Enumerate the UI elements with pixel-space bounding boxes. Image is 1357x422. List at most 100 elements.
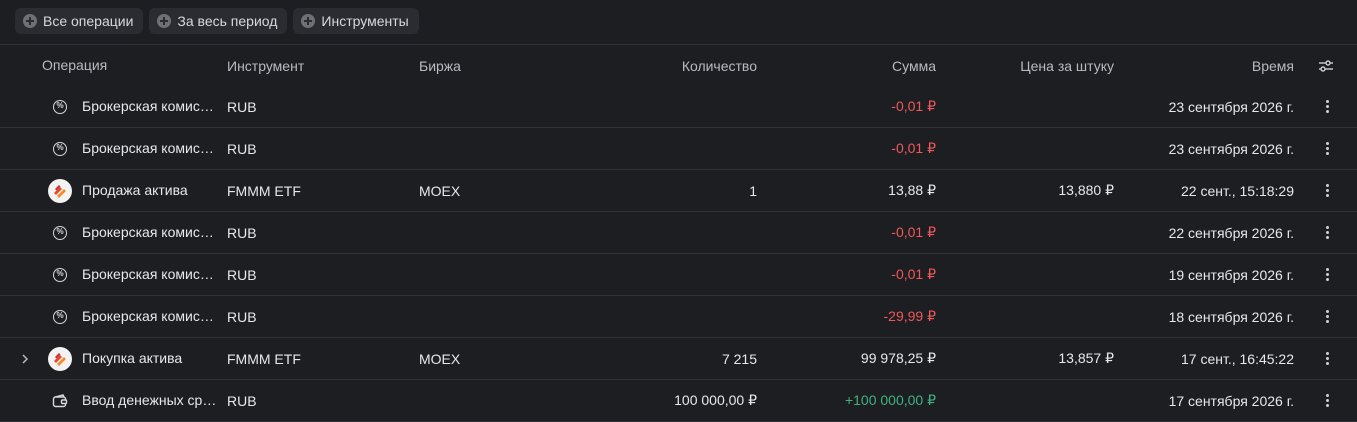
percent-icon: % <box>53 225 67 240</box>
column-header-price[interactable]: Цена за штуку <box>1020 45 1114 86</box>
operation-icon <box>47 170 73 211</box>
percent-icon: % <box>53 267 67 282</box>
more-vertical-icon <box>1325 394 1329 407</box>
exchange: MOEX <box>419 182 461 199</box>
instrument: RUB <box>227 392 257 409</box>
table-row[interactable]: Продажа актива FMMM ETF MOEX 1 13,88 ₽ 13,880… <box>0 170 1357 212</box>
filter-bar: Все операции За весь период Инструменты <box>15 8 419 34</box>
operation-name: Покупка актива <box>82 350 183 366</box>
more-vertical-icon <box>1325 310 1329 323</box>
instrument: RUB <box>227 140 257 157</box>
table-row[interactable]: % Брокерская комиссия RUB -0,01 ₽ 19 сентябр… <box>0 254 1357 296</box>
operation-icon: % <box>47 128 73 169</box>
more-vertical-icon <box>1325 268 1329 281</box>
percent-icon: % <box>53 309 67 324</box>
more-vertical-icon <box>1325 184 1329 197</box>
operation-name: Брокерская комиссия <box>82 224 217 240</box>
instrument: RUB <box>227 308 257 325</box>
expand-row-button[interactable] <box>18 338 32 379</box>
price-per-unit: 13,857 ₽ <box>1058 350 1114 366</box>
column-settings-button[interactable] <box>1317 45 1335 86</box>
instrument: RUB <box>227 266 257 283</box>
time: 22 сентября 2026 г. <box>1168 224 1294 241</box>
wallet-icon <box>52 393 68 407</box>
column-header-amount[interactable]: Сумма <box>892 45 936 86</box>
instrument: RUB <box>227 98 257 115</box>
quantity: 1 <box>749 182 757 199</box>
plus-circle-icon <box>301 14 316 28</box>
filter-chip[interactable]: Все операции <box>15 8 144 34</box>
percent-icon: % <box>53 141 67 156</box>
column-header-time[interactable]: Время <box>1252 45 1294 86</box>
more-vertical-icon <box>1325 100 1329 113</box>
row-menu-button[interactable] <box>1319 212 1335 253</box>
table-row[interactable]: % Брокерская комиссия RUB -0,01 ₽ 23 сентябр… <box>0 128 1357 170</box>
table-row[interactable]: % Брокерская комиссия RUB -0,01 ₽ 22 сентябр… <box>0 212 1357 254</box>
asset-logo-icon <box>48 346 72 371</box>
operation-icon <box>47 338 73 379</box>
amount: -0,01 ₽ <box>891 140 936 156</box>
filter-chip-label: Инструменты <box>321 13 409 29</box>
column-header-exchange[interactable]: Биржа <box>419 45 461 86</box>
column-header-instrument[interactable]: Инструмент <box>227 45 304 86</box>
operation-name: Брокерская комиссия <box>82 98 217 114</box>
row-menu-button[interactable] <box>1319 128 1335 169</box>
amount: -29,99 ₽ <box>883 308 937 324</box>
exchange: MOEX <box>419 350 461 367</box>
table-row[interactable]: % Брокерская комиссия RUB -29,99 ₽ 18 сентяб… <box>0 296 1357 338</box>
instrument: FMMM ETF <box>227 182 301 199</box>
operation-name: Брокерская комиссия <box>82 140 217 156</box>
operation-icon: % <box>47 212 73 253</box>
quantity: 100 000,00 ₽ <box>674 392 757 408</box>
amount: 13,88 ₽ <box>888 182 936 198</box>
time: 18 сентября 2026 г. <box>1168 308 1294 325</box>
operation-name: Брокерская комиссия <box>82 308 217 324</box>
time: 22 сент., 15:18:29 <box>1180 182 1294 199</box>
more-vertical-icon <box>1325 226 1329 239</box>
amount: +100 000,00 ₽ <box>844 392 936 408</box>
column-header-operation[interactable]: Операция <box>42 45 177 86</box>
amount: -0,01 ₽ <box>891 98 936 114</box>
row-menu-button[interactable] <box>1319 254 1335 295</box>
quantity: 7 215 <box>721 350 757 367</box>
asset-logo-icon <box>48 178 72 203</box>
sliders-icon <box>1319 59 1333 72</box>
operation-icon: % <box>47 254 73 295</box>
plus-circle-icon <box>157 14 172 28</box>
time: 23 сентября 2026 г. <box>1168 140 1294 157</box>
time: 17 сентября 2026 г. <box>1168 392 1294 409</box>
table-header: Операция Инструмент Биржа Количество Сум… <box>0 45 1357 86</box>
price-per-unit: 13,880 ₽ <box>1058 182 1114 198</box>
instrument: RUB <box>227 224 257 241</box>
operation-name: Ввод денежных средств <box>82 392 217 408</box>
time: 17 сент., 16:45:22 <box>1180 350 1294 367</box>
instrument: FMMM ETF <box>227 350 301 367</box>
time: 23 сентября 2026 г. <box>1168 98 1294 115</box>
amount: -0,01 ₽ <box>891 224 936 240</box>
row-menu-button[interactable] <box>1319 296 1335 337</box>
row-menu-button[interactable] <box>1319 170 1335 211</box>
filter-chip[interactable]: За весь период <box>149 8 288 34</box>
time: 19 сентября 2026 г. <box>1168 266 1294 283</box>
table-row[interactable]: Ввод денежных средств RUB 100 000,00 ₽ +100… <box>0 380 1357 422</box>
operation-name: Продажа актива <box>82 182 188 198</box>
table-row[interactable]: Покупка актива FMMM ETF MOEX 7 215 99 978,25… <box>0 338 1357 380</box>
operations-table: Операция Инструмент Биржа Количество Сум… <box>0 45 1357 422</box>
table-row[interactable]: % Брокерская комиссия RUB -0,01 ₽ 23 сентябр… <box>0 86 1357 128</box>
more-vertical-icon <box>1325 142 1329 155</box>
plus-circle-icon <box>23 14 37 28</box>
operation-icon: % <box>47 86 73 127</box>
operation-icon: % <box>47 296 73 337</box>
filter-chip-label: За весь период <box>177 13 278 29</box>
percent-icon: % <box>53 99 67 114</box>
operation-icon <box>47 380 73 421</box>
filter-chip-label: Все операции <box>43 13 134 29</box>
row-menu-button[interactable] <box>1319 380 1335 421</box>
operation-name: Брокерская комиссия <box>82 266 217 282</box>
chevron-right-icon <box>22 353 29 364</box>
row-menu-button[interactable] <box>1319 338 1335 379</box>
filter-chip[interactable]: Инструменты <box>293 8 419 34</box>
more-vertical-icon <box>1325 352 1329 365</box>
row-menu-button[interactable] <box>1319 86 1335 127</box>
column-header-quantity[interactable]: Количество <box>682 45 757 86</box>
